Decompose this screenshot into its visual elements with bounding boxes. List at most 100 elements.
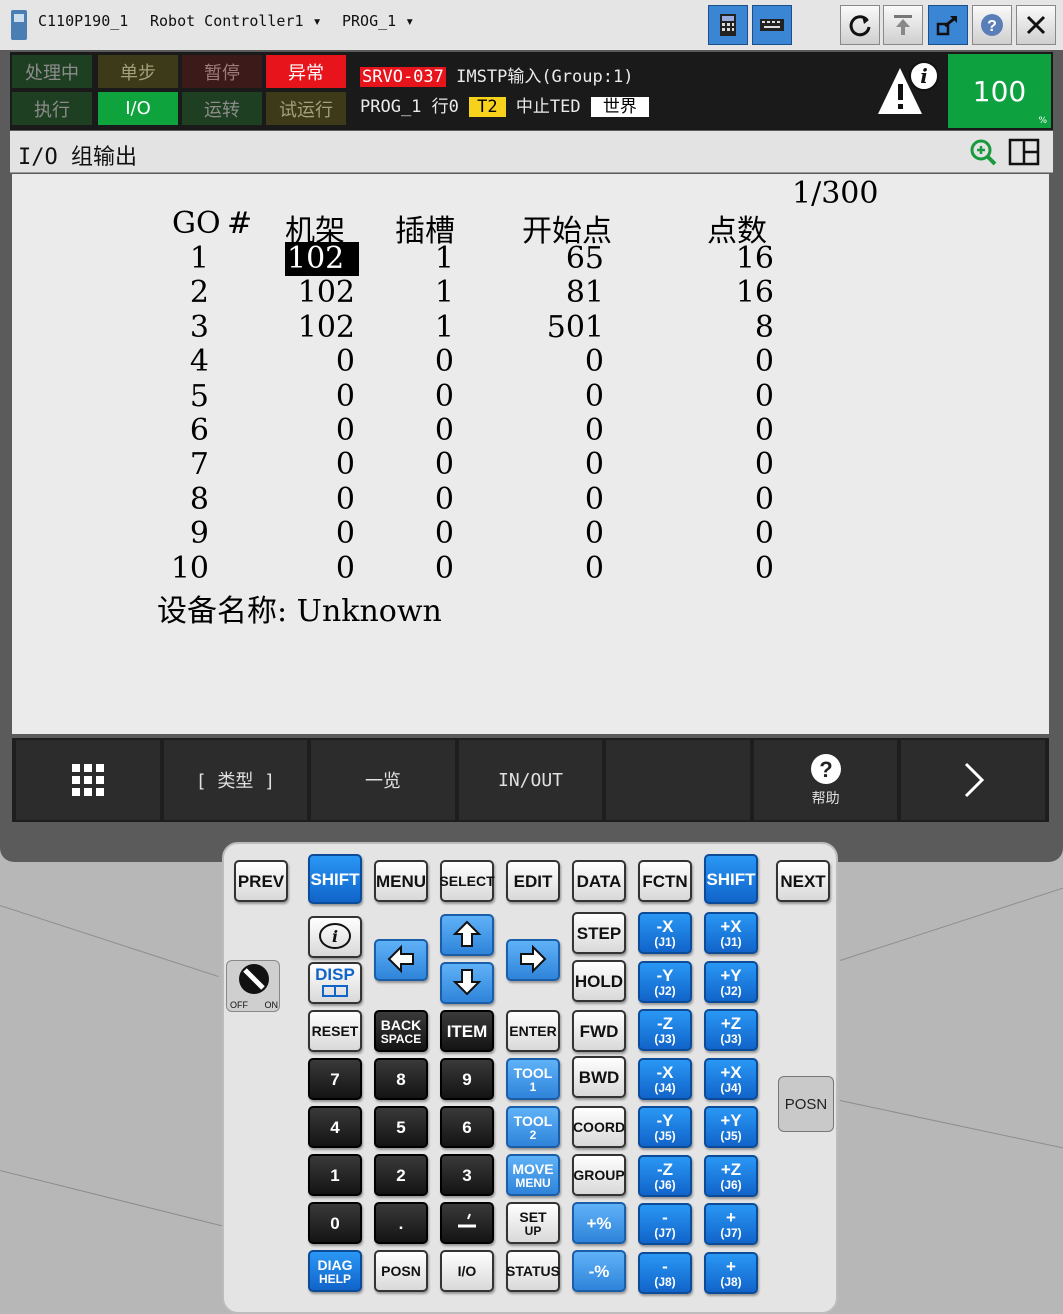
digit-dot-button[interactable]: .	[374, 1202, 428, 1244]
table-cell-start[interactable]: 0	[524, 551, 604, 586]
jog-minus-6-button[interactable]: -Z (J6)	[638, 1154, 692, 1197]
jog-plus-1-button[interactable]: +X (J1)	[704, 912, 758, 954]
window-button[interactable]	[928, 5, 968, 45]
digit-8-button[interactable]: 8	[374, 1058, 428, 1100]
jog-plus-5-button[interactable]: +Y (J5)	[704, 1106, 758, 1148]
table-cell-points[interactable]: 0	[714, 551, 774, 586]
info-button[interactable]: i	[308, 916, 362, 958]
table-cell-slot[interactable]: 0	[394, 517, 454, 551]
jog-minus-7-button[interactable]: - (J7)	[638, 1203, 692, 1245]
table-cell-slot[interactable]: 1	[394, 242, 454, 276]
menu-grid-button[interactable]	[16, 740, 160, 820]
f1-type-button[interactable]: [ 类型 ]	[163, 740, 308, 820]
refresh-button[interactable]	[840, 5, 880, 45]
jog-plus-7-button[interactable]: + (J7)	[704, 1203, 758, 1245]
table-cell-start[interactable]: 0	[524, 379, 604, 414]
table-cell-rack[interactable]: 0	[275, 414, 355, 448]
table-cell-rack[interactable]: 102	[275, 276, 355, 310]
robot-dropdown[interactable]: Robot Controller1 ▾	[150, 12, 322, 30]
digit-7-button[interactable]: 7	[308, 1058, 362, 1100]
table-cell-rack[interactable]: 0	[275, 379, 355, 414]
table-cell-n[interactable]: 5	[149, 379, 209, 414]
table-cell-rack[interactable]: 102	[275, 310, 355, 345]
fctn-button[interactable]: FCTN	[638, 860, 692, 902]
reset-button[interactable]: RESET	[308, 1010, 362, 1052]
jog-minus-8-button[interactable]: - (J8)	[638, 1251, 692, 1294]
item-button[interactable]: ITEM	[440, 1010, 494, 1052]
table-cell-n[interactable]: 6	[149, 414, 209, 448]
table-cell-slot[interactable]: 0	[394, 414, 454, 448]
digit-4-button[interactable]: 4	[308, 1106, 362, 1148]
coord-button[interactable]: COORD	[572, 1106, 626, 1148]
jog-plus-4-button[interactable]: +X (J4)	[704, 1057, 758, 1100]
jog-plus-8-button[interactable]: + (J8)	[704, 1251, 758, 1294]
top-button[interactable]	[883, 5, 923, 45]
table-cell-points[interactable]: 0	[714, 345, 774, 379]
f4-button[interactable]	[606, 740, 750, 820]
keyboard-button[interactable]	[752, 5, 792, 45]
table-cell-points[interactable]: 8	[714, 310, 774, 345]
select-button[interactable]: SELECT	[439, 860, 495, 902]
override-speed[interactable]: 100 %	[948, 54, 1051, 128]
shift-right-button[interactable]: SHIFT	[704, 854, 758, 904]
f3-inout-button[interactable]: IN/OUT	[458, 740, 603, 820]
table-cell-start[interactable]: 0	[524, 517, 604, 551]
table-cell-rack[interactable]: 0	[275, 345, 355, 379]
tool2-button[interactable]: TOOL 2	[506, 1106, 560, 1148]
table-cell-start[interactable]: 0	[524, 345, 604, 379]
speed-up-button[interactable]: +%	[572, 1202, 626, 1244]
table-cell-n[interactable]: 7	[149, 448, 209, 482]
minus-comma-button[interactable]	[440, 1202, 494, 1244]
edit-button[interactable]: EDIT	[506, 860, 560, 902]
jog-minus-2-button[interactable]: -Y (J2)	[638, 960, 692, 1003]
program-dropdown[interactable]: PROG_1 ▾	[342, 12, 414, 30]
table-cell-points[interactable]: 16	[714, 242, 774, 276]
move-menu-button[interactable]: MOVE MENU	[506, 1154, 560, 1196]
split-screen-icon[interactable]	[1008, 138, 1040, 166]
close-button[interactable]	[1016, 5, 1056, 45]
table-cell-n[interactable]: 1	[149, 242, 209, 276]
table-cell-rack[interactable]: 0	[275, 517, 355, 551]
arrow-left-button[interactable]	[374, 939, 428, 981]
table-cell-points[interactable]: 0	[714, 414, 774, 448]
posn-button[interactable]: POSN	[374, 1250, 428, 1292]
diag-help-button[interactable]: DIAG HELP	[308, 1250, 362, 1292]
zoom-in-icon[interactable]	[968, 137, 998, 167]
hold-button[interactable]: HOLD	[572, 960, 626, 1002]
jog-plus-3-button[interactable]: +Z (J3)	[704, 1009, 758, 1051]
help-button[interactable]: ?	[972, 5, 1012, 45]
f2-list-button[interactable]: 一览	[311, 740, 455, 820]
table-cell-n[interactable]: 9	[149, 517, 209, 551]
table-cell-n[interactable]: 2	[149, 276, 209, 310]
table-cell-points[interactable]: 0	[714, 448, 774, 482]
table-cell-start[interactable]: 65	[524, 242, 604, 276]
table-cell-n[interactable]: 8	[149, 482, 209, 517]
table-cell-start[interactable]: 81	[524, 276, 604, 310]
speed-down-button[interactable]: -%	[572, 1250, 626, 1292]
io-button[interactable]: I/O	[440, 1250, 494, 1292]
f5-help-button[interactable]: ? 帮助	[753, 740, 898, 820]
backspace-button[interactable]: BACK SPACE	[374, 1010, 428, 1052]
fwd-button[interactable]: FWD	[572, 1010, 626, 1052]
table-cell-slot[interactable]: 0	[394, 345, 454, 379]
table-cell-points[interactable]: 0	[714, 517, 774, 551]
digit-2-button[interactable]: 2	[374, 1154, 428, 1196]
table-cell-start[interactable]: 501	[524, 310, 604, 345]
table-cell-rack[interactable]: 102	[285, 242, 359, 276]
table-cell-n[interactable]: 3	[149, 310, 209, 345]
tool1-button[interactable]: TOOL 1	[506, 1058, 560, 1100]
enable-switch[interactable]: OFF ON	[226, 960, 280, 1012]
prev-button[interactable]: PREV	[234, 860, 288, 902]
table-cell-slot[interactable]: 1	[394, 276, 454, 310]
table-cell-points[interactable]: 16	[714, 276, 774, 310]
disp-button[interactable]: DISP	[308, 962, 362, 1004]
table-cell-slot[interactable]: 0	[394, 551, 454, 586]
side-posn-button[interactable]: POSN	[778, 1076, 834, 1132]
table-cell-rack[interactable]: 0	[275, 482, 355, 517]
jog-minus-5-button[interactable]: -Y (J5)	[638, 1106, 692, 1148]
jog-minus-4-button[interactable]: -X (J4)	[638, 1057, 692, 1100]
table-cell-rack[interactable]: 0	[275, 448, 355, 482]
table-cell-n[interactable]: 10	[149, 551, 209, 586]
status-button[interactable]: STATUS	[506, 1250, 560, 1292]
calculator-button[interactable]	[708, 5, 748, 45]
